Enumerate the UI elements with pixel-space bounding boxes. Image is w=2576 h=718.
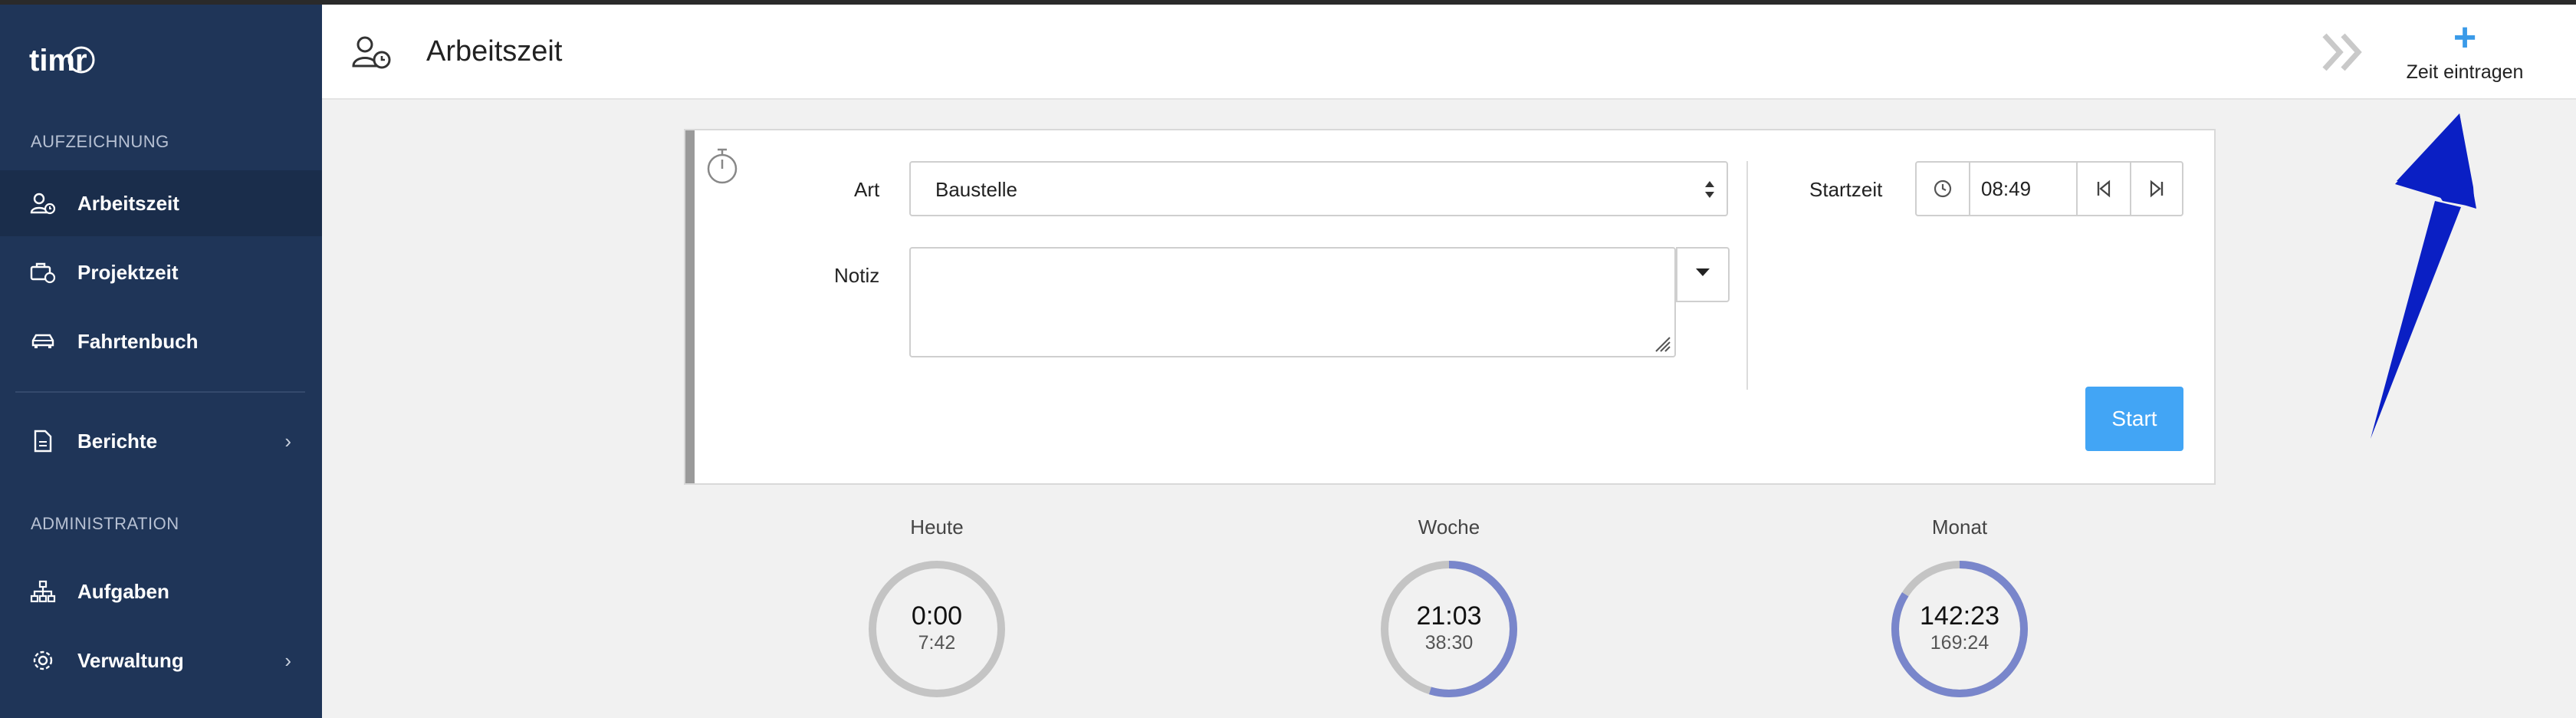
skip-back-icon bbox=[2097, 180, 2111, 198]
sidebar-item-label: Verwaltung bbox=[77, 648, 184, 672]
user-clock-icon bbox=[352, 36, 391, 69]
stat-title: Monat bbox=[1931, 515, 1988, 538]
sidebar-item-aufgaben[interactable]: Aufgaben bbox=[0, 558, 322, 624]
clock-icon bbox=[1934, 180, 1952, 198]
report-icon bbox=[29, 427, 57, 455]
page-header: Arbeitszeit + Zeit eintragen bbox=[322, 5, 2576, 100]
timr-logo[interactable]: timr bbox=[29, 37, 98, 83]
start-button[interactable]: Start bbox=[2085, 387, 2183, 451]
chevron-right-icon: › bbox=[284, 429, 291, 453]
section-label-recording: AUFZEICHNUNG bbox=[31, 132, 169, 151]
type-select-value: Baustelle bbox=[935, 178, 1017, 201]
stat-target: 7:42 bbox=[918, 632, 956, 654]
note-label: Notiz bbox=[834, 264, 880, 287]
card-accent-bar bbox=[685, 130, 695, 483]
skip-forward-icon bbox=[2150, 180, 2164, 198]
stat-today: Heute 0:00 7:42 bbox=[845, 515, 1029, 697]
sidebar-item-label: Aufgaben bbox=[77, 579, 169, 603]
section-label-admin: ADMINISTRATION bbox=[31, 514, 179, 533]
note-textarea[interactable] bbox=[909, 247, 1676, 357]
add-time-button[interactable]: + Zeit eintragen bbox=[2392, 15, 2538, 97]
sidebar-item-label: Berichte bbox=[77, 429, 158, 453]
start-time-group: 08:49 bbox=[1915, 161, 2183, 216]
sitemap-icon bbox=[29, 578, 57, 605]
stat-title: Heute bbox=[910, 515, 964, 538]
briefcase-clock-icon bbox=[29, 259, 57, 286]
sidebar: timr AUFZEICHNUNG Arbeitszeit Projektzei… bbox=[0, 5, 322, 718]
time-tracking-card: Art Baustelle Notiz Startzeit 08:49 Star… bbox=[684, 129, 2216, 485]
chevron-right-icon: › bbox=[284, 648, 291, 672]
type-label: Art bbox=[854, 178, 880, 201]
gear-icon bbox=[29, 647, 57, 674]
car-icon bbox=[29, 328, 57, 355]
previous-time-button[interactable] bbox=[2078, 163, 2131, 215]
sidebar-item-arbeitszeit[interactable]: Arbeitszeit bbox=[0, 170, 322, 236]
window-top-edge bbox=[0, 0, 2576, 5]
page-title: Arbeitszeit bbox=[426, 35, 563, 68]
stat-month: Monat 142:23 169:24 bbox=[1868, 515, 2052, 697]
stopwatch-icon bbox=[707, 148, 738, 184]
start-time-label: Startzeit bbox=[1809, 178, 1883, 201]
stat-value: 142:23 bbox=[1920, 601, 1999, 631]
next-time-button[interactable] bbox=[2131, 163, 2182, 215]
caret-down-icon bbox=[1696, 268, 1710, 276]
card-divider bbox=[1746, 161, 1748, 390]
user-clock-icon bbox=[29, 189, 57, 217]
stat-value: 21:03 bbox=[1416, 601, 1482, 631]
start-time-input[interactable]: 08:49 bbox=[1970, 163, 2078, 215]
select-arrows-icon bbox=[1705, 181, 1714, 198]
sidebar-divider bbox=[15, 391, 305, 393]
stat-week: Woche 21:03 38:30 bbox=[1357, 515, 1541, 697]
stat-value: 0:00 bbox=[911, 601, 963, 631]
sidebar-item-verwaltung[interactable]: Verwaltung › bbox=[0, 627, 322, 693]
sidebar-item-berichte[interactable]: Berichte › bbox=[0, 408, 322, 474]
sidebar-item-fahrtenbuch[interactable]: Fahrtenbuch bbox=[0, 308, 322, 374]
stat-target: 38:30 bbox=[1424, 632, 1474, 654]
stat-target: 169:24 bbox=[1930, 632, 1990, 654]
type-select[interactable]: Baustelle bbox=[909, 161, 1728, 216]
resize-grip-icon[interactable] bbox=[1653, 334, 1671, 353]
stat-title: Woche bbox=[1418, 515, 1480, 538]
sidebar-item-projektzeit[interactable]: Projektzeit bbox=[0, 239, 322, 305]
sidebar-item-label: Arbeitszeit bbox=[77, 191, 179, 215]
add-time-label: Zeit eintragen bbox=[2406, 61, 2524, 83]
note-dropdown-button[interactable] bbox=[1676, 247, 1730, 302]
sidebar-item-label: Projektzeit bbox=[77, 260, 179, 284]
sidebar-item-label: Fahrtenbuch bbox=[77, 329, 199, 353]
plus-icon: + bbox=[2453, 15, 2477, 60]
clock-button[interactable] bbox=[1917, 163, 1970, 215]
double-chevron-right-icon[interactable] bbox=[2320, 29, 2369, 75]
